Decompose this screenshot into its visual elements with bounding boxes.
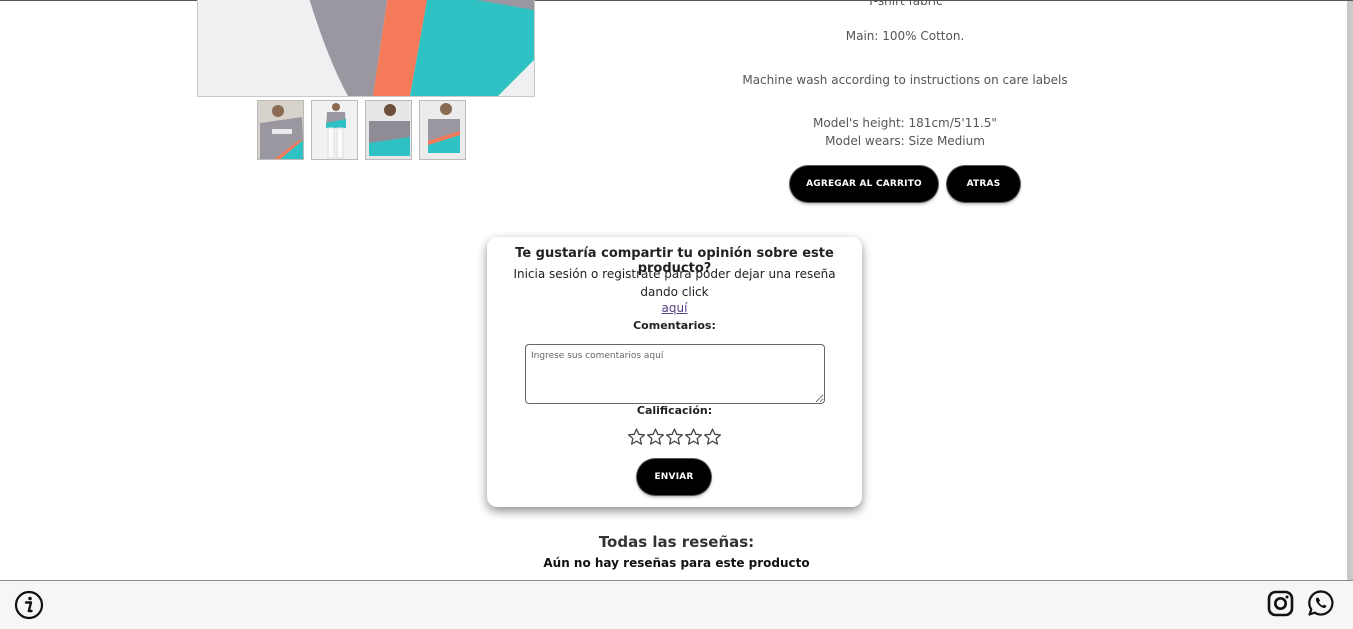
review-form-card: Te gustaría compartir tu opinión sobre e… xyxy=(487,237,862,507)
reviews-title: Todas las reseñas: xyxy=(598,533,755,551)
model-height: Model's height: 181cm/5'11.5" xyxy=(813,116,997,130)
back-button[interactable]: ATRAS xyxy=(947,166,1020,202)
comments-label: Comentarios: xyxy=(633,319,716,332)
thumbnail-strip xyxy=(257,100,466,160)
star-icon-1[interactable] xyxy=(627,426,646,448)
star-icon-5[interactable] xyxy=(703,426,722,448)
scrollbar-thumb[interactable] xyxy=(1347,1,1353,581)
scrollbar-track[interactable] xyxy=(1347,1,1353,581)
model-wears: Model wears: Size Medium xyxy=(825,134,985,148)
send-review-button[interactable]: ENVIAR xyxy=(637,459,711,495)
thumbnail-full[interactable] xyxy=(311,100,358,160)
star-icon-3[interactable] xyxy=(665,426,684,448)
login-link[interactable]: aquí xyxy=(487,301,862,315)
info-icon[interactable] xyxy=(14,590,44,620)
add-to-cart-button[interactable]: AGREGAR AL CARRITO xyxy=(790,166,938,202)
star-icon-4[interactable] xyxy=(684,426,703,448)
thumbnail-side[interactable] xyxy=(419,100,466,160)
rating-label: Calificación: xyxy=(636,404,713,417)
whatsapp-icon[interactable] xyxy=(1307,589,1335,617)
product-care: Machine wash according to instructions o… xyxy=(742,73,1068,87)
instagram-icon[interactable] xyxy=(1267,590,1294,617)
thumbnail-front[interactable] xyxy=(257,100,304,160)
thumbnail-back[interactable] xyxy=(365,100,412,160)
product-fabric: T-shirt fabric xyxy=(867,0,943,8)
product-material: Main: 100% Cotton. xyxy=(845,29,965,43)
reviews-empty-message: Aún no hay reseñas para este producto xyxy=(543,556,810,570)
product-main-image xyxy=(197,0,535,97)
login-prompt: Inicia sesión o registrate para poder de… xyxy=(513,267,836,299)
footer-bar xyxy=(0,580,1353,629)
star-icon-2[interactable] xyxy=(646,426,665,448)
comments-input[interactable] xyxy=(525,344,825,404)
star-rating xyxy=(627,426,722,448)
